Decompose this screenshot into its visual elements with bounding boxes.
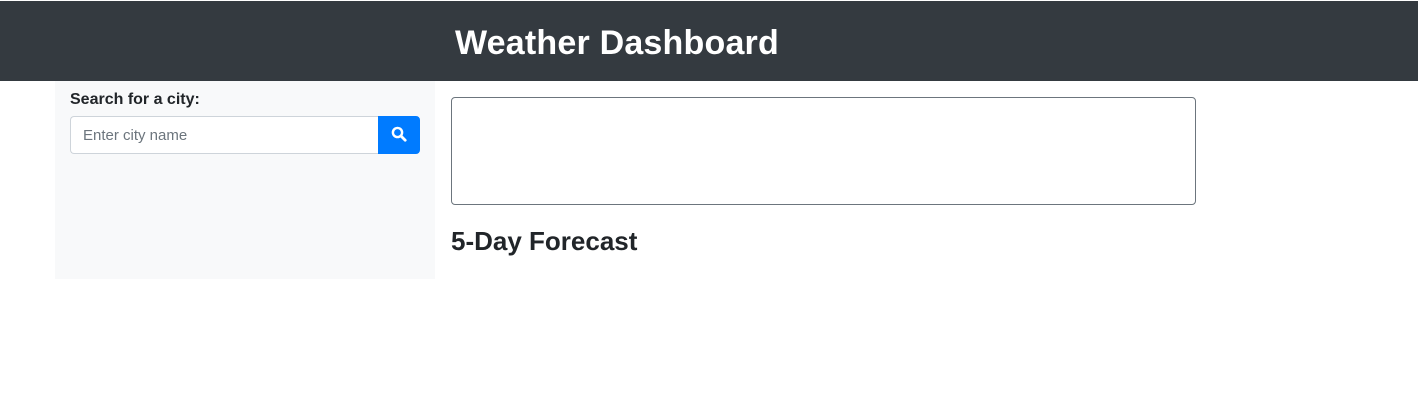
forecast-heading: 5-Day Forecast — [451, 226, 638, 256]
search-icon — [391, 126, 407, 145]
search-label: Search for a city: — [70, 91, 200, 108]
search-button[interactable] — [378, 116, 420, 154]
search-group — [70, 116, 420, 154]
search-sidebar: Search for a city: — [55, 81, 435, 279]
page-title: Weather Dashboard — [455, 24, 779, 62]
city-search-input[interactable] — [70, 116, 379, 154]
header-bar: Weather Dashboard — [0, 0, 1418, 81]
current-weather-card — [451, 97, 1196, 205]
